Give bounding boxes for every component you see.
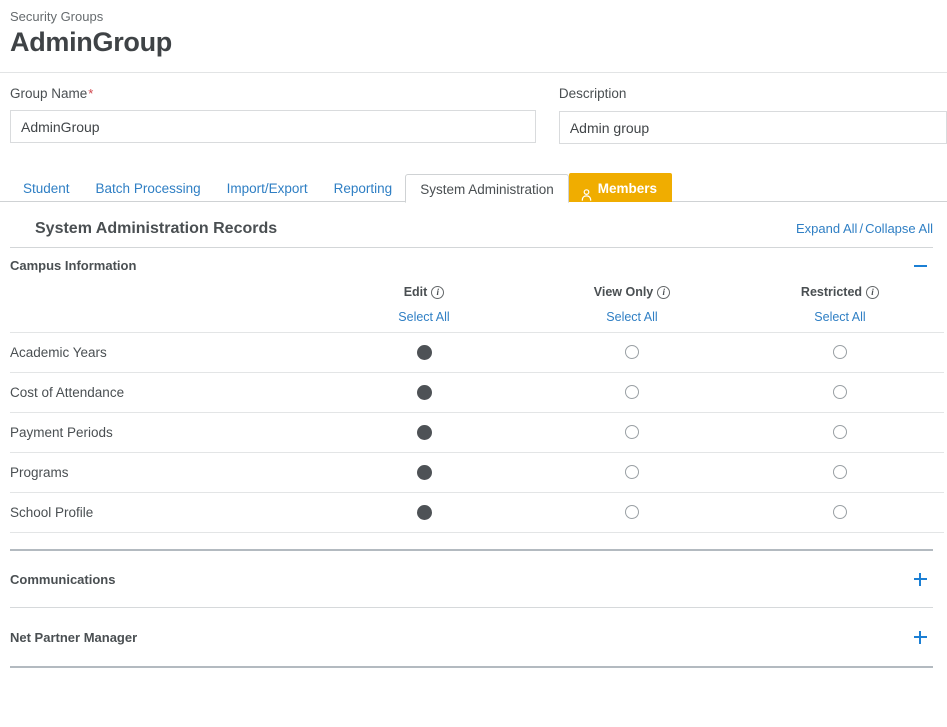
radio-cell-view-only[interactable]: [528, 372, 736, 413]
column-header-edit-label: Edit: [403, 285, 428, 299]
tab-members-label: Members: [597, 180, 658, 196]
records-panel-header: System Administration Records Expand All…: [10, 202, 933, 248]
tab-list: Student Batch Processing Import/Export R…: [10, 172, 947, 203]
expand-collapse-links: Expand All / Collapse All: [796, 221, 933, 236]
tab-batch-processing[interactable]: Batch Processing: [83, 173, 214, 202]
tab-student[interactable]: Student: [10, 173, 83, 202]
description-input[interactable]: [558, 111, 947, 144]
table-row: School Profile: [10, 492, 944, 533]
section-title-campus-information: Campus Information: [10, 258, 137, 273]
radio-view-only[interactable]: [625, 505, 639, 520]
breadcrumb: Security Groups: [10, 9, 104, 24]
radio-edit[interactable]: [416, 344, 432, 360]
section-header-net-partner-manager[interactable]: Net Partner Manager: [10, 608, 933, 666]
radio-edit[interactable]: [416, 464, 432, 480]
permissions-row-label-header: [10, 283, 320, 333]
links-separator: /: [859, 221, 864, 236]
description-field: Description: [558, 85, 947, 144]
radio-cell-restricted[interactable]: [736, 412, 944, 453]
section-header-communications[interactable]: Communications: [10, 551, 933, 607]
tab-import-export[interactable]: Import/Export: [214, 173, 321, 202]
radio-cell-restricted[interactable]: [736, 492, 944, 533]
permissions-rows: Academic Years Cost of Attendance Paymen…: [10, 332, 944, 533]
radio-edit[interactable]: [416, 384, 432, 400]
section-title-net-partner-manager: Net Partner Manager: [10, 629, 138, 645]
radio-view-only[interactable]: [625, 345, 639, 360]
row-label: Cost of Attendance: [10, 372, 320, 413]
plus-glyph: [913, 572, 927, 586]
table-row: Cost of Attendance: [10, 372, 944, 413]
column-header-edit: Edit i Select All: [320, 283, 528, 333]
table-row: Programs: [10, 452, 944, 493]
section-divider: [10, 666, 933, 668]
column-header-restricted: Restricted i Select All: [736, 283, 944, 333]
info-icon-view-only[interactable]: i: [657, 285, 671, 299]
permissions-table-campus-information: Edit i Select All View Only i Select All…: [10, 283, 944, 533]
group-name-label-text: Group Name: [10, 86, 88, 101]
row-label: Programs: [10, 452, 320, 493]
plus-icon-communications[interactable]: [909, 568, 931, 590]
section-title-communications: Communications: [10, 571, 116, 587]
row-label: Payment Periods: [10, 412, 320, 453]
radio-cell-view-only[interactable]: [528, 492, 736, 533]
radio-view-only[interactable]: [625, 385, 639, 400]
row-label: Academic Years: [10, 332, 320, 373]
row-label: School Profile: [10, 492, 320, 533]
minus-icon[interactable]: [909, 255, 931, 277]
plus-icon-net-partner-manager[interactable]: [909, 626, 931, 648]
radio-cell-restricted[interactable]: [736, 452, 944, 493]
plus-glyph: [913, 630, 927, 644]
person-icon: [581, 182, 592, 201]
info-icon-restricted[interactable]: i: [866, 285, 880, 299]
info-icon-edit[interactable]: i: [431, 285, 445, 299]
radio-cell-edit[interactable]: [320, 332, 528, 373]
radio-cell-view-only[interactable]: [528, 332, 736, 373]
minus-glyph: [913, 264, 927, 267]
radio-cell-edit[interactable]: [320, 492, 528, 533]
table-row: Payment Periods: [10, 412, 944, 453]
group-name-label: Group Name*: [10, 85, 536, 103]
page-title: AdminGroup: [10, 27, 172, 57]
radio-restricted[interactable]: [833, 505, 847, 520]
description-label: Description: [558, 86, 627, 101]
radio-cell-edit[interactable]: [320, 412, 528, 453]
group-form: Group Name* Description: [0, 73, 947, 144]
radio-cell-edit[interactable]: [320, 452, 528, 493]
radio-view-only[interactable]: [625, 425, 639, 440]
radio-cell-restricted[interactable]: [736, 372, 944, 413]
column-header-view-only: View Only i Select All: [528, 283, 736, 333]
radio-restricted[interactable]: [833, 465, 847, 480]
select-all-edit[interactable]: Select All: [320, 310, 528, 324]
records-panel: System Administration Records Expand All…: [0, 202, 947, 668]
radio-edit[interactable]: [416, 424, 432, 440]
radio-cell-view-only[interactable]: [528, 412, 736, 453]
radio-restricted[interactable]: [833, 345, 847, 360]
records-panel-title: System Administration Records: [35, 220, 278, 237]
page-header: Security Groups AdminGroup: [0, 0, 947, 58]
collapse-all-link[interactable]: Collapse All: [865, 221, 933, 236]
radio-cell-edit[interactable]: [320, 372, 528, 413]
tab-system-administration[interactable]: System Administration: [405, 174, 569, 203]
section-header-campus-information[interactable]: Campus Information: [10, 248, 933, 283]
group-name-field: Group Name*: [10, 85, 536, 144]
required-marker: *: [88, 86, 94, 101]
radio-restricted[interactable]: [833, 425, 847, 440]
select-all-restricted[interactable]: Select All: [736, 310, 944, 324]
expand-all-link[interactable]: Expand All: [796, 221, 857, 236]
tab-bar: Student Batch Processing Import/Export R…: [0, 172, 947, 203]
tab-members[interactable]: Members: [568, 173, 673, 202]
radio-cell-restricted[interactable]: [736, 332, 944, 373]
tab-reporting[interactable]: Reporting: [321, 173, 406, 202]
select-all-view-only[interactable]: Select All: [528, 310, 736, 324]
table-row: Academic Years: [10, 332, 944, 373]
radio-edit[interactable]: [416, 504, 432, 520]
radio-restricted[interactable]: [833, 385, 847, 400]
column-header-view-only-label: View Only: [593, 285, 654, 299]
radio-cell-view-only[interactable]: [528, 452, 736, 493]
group-name-input[interactable]: [10, 110, 536, 143]
column-header-restricted-label: Restricted: [800, 285, 863, 299]
radio-view-only[interactable]: [625, 465, 639, 480]
